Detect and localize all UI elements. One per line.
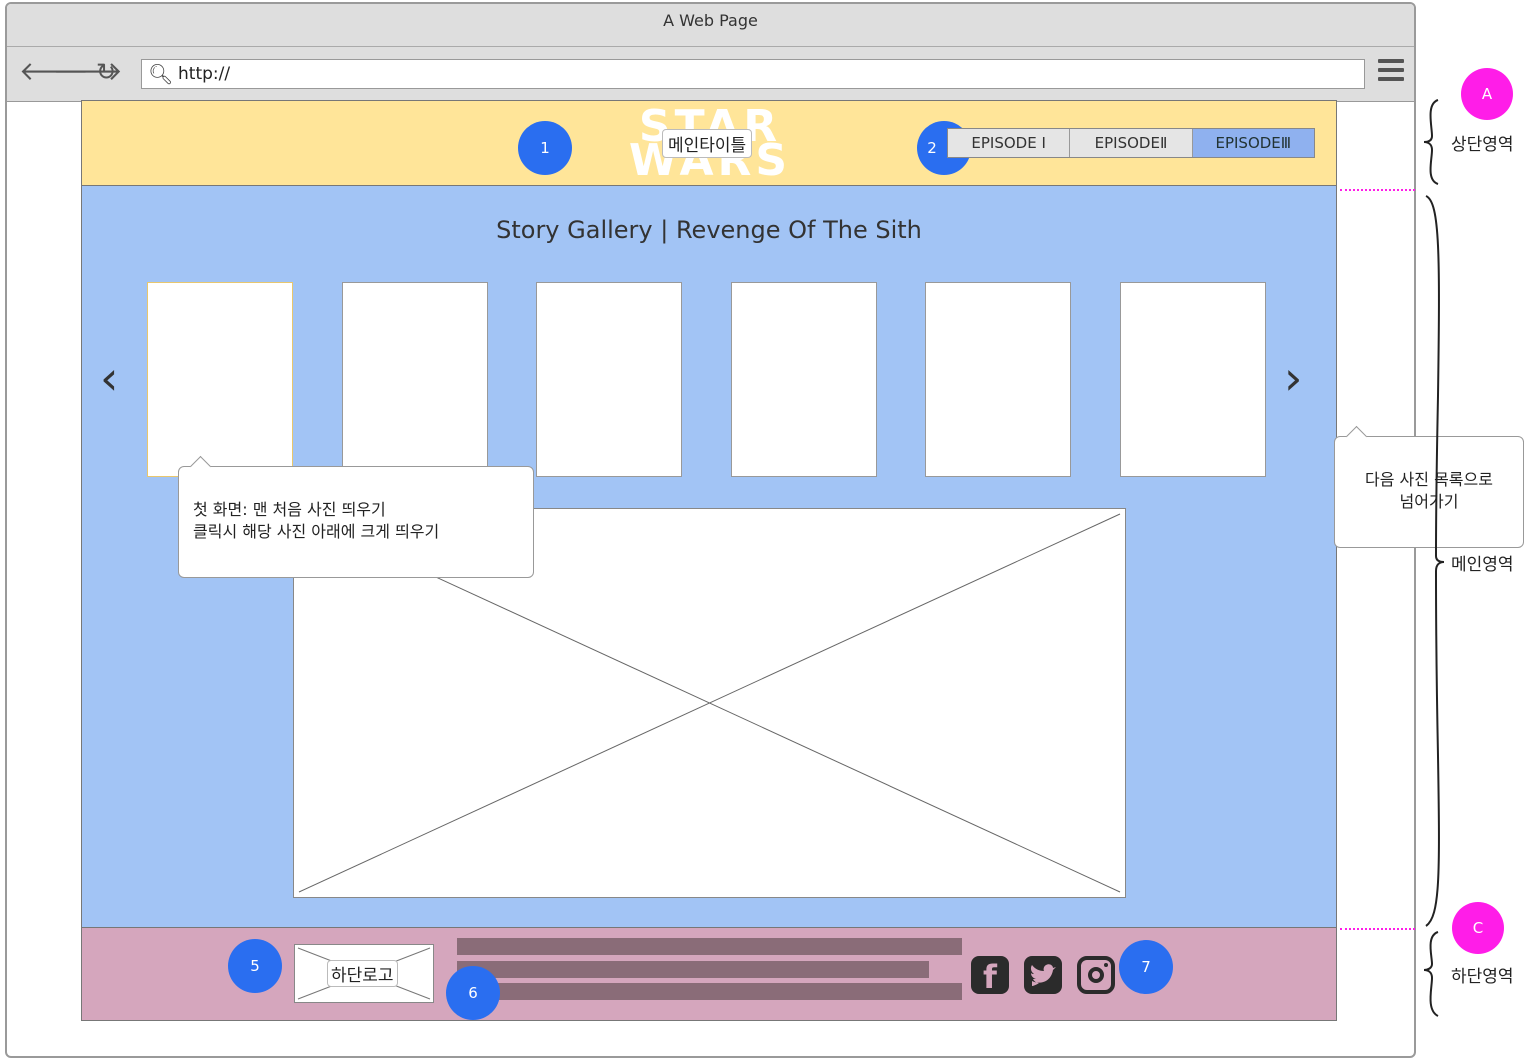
annotation-badge-c: C bbox=[1452, 902, 1504, 954]
reload-icon[interactable]: ↻ bbox=[93, 57, 119, 87]
first-photo-callout: 첫 화면: 맨 처음 사진 띄우기 클릭시 해당 사진 아래에 크게 띄우기 bbox=[178, 455, 534, 578]
hamburger-menu-icon[interactable] bbox=[1378, 59, 1404, 85]
callout-text-line1: 첫 화면: 맨 처음 사진 띄우기 bbox=[193, 500, 386, 519]
thumbnail-1[interactable] bbox=[147, 282, 293, 477]
url-text: http:// bbox=[178, 64, 231, 84]
bottom-region-label: 하단영역 bbox=[1451, 967, 1514, 987]
footer-logo-label: 하단로고 bbox=[327, 960, 398, 987]
next-arrow-icon[interactable]: › bbox=[1284, 355, 1302, 401]
thumbnail-4[interactable] bbox=[731, 282, 877, 477]
thumbnail-3[interactable] bbox=[536, 282, 682, 477]
annotation-badge-6: 6 bbox=[446, 966, 500, 1020]
instagram-icon[interactable] bbox=[1077, 956, 1115, 994]
footer-text-line-3 bbox=[457, 983, 962, 1000]
tab-episode-2[interactable]: EPISODEⅡ bbox=[1070, 129, 1193, 157]
facebook-icon[interactable]: f bbox=[971, 956, 1009, 996]
top-region-label: 상단영역 bbox=[1451, 135, 1514, 155]
twitter-icon[interactable] bbox=[1024, 956, 1062, 994]
region-divider-top bbox=[1340, 189, 1415, 191]
thumbnail-6[interactable] bbox=[1120, 282, 1266, 477]
footer-text-line-1 bbox=[457, 938, 962, 955]
browser-toolbar: 🡐 🡒 ↻ 🔍︎ http:// bbox=[7, 47, 1414, 102]
tab-episode-3[interactable]: EPISODEⅢ bbox=[1192, 129, 1314, 157]
gallery-title: Story Gallery | Revenge Of The Sith bbox=[496, 216, 922, 244]
prev-arrow-icon[interactable]: ‹ bbox=[100, 355, 118, 401]
episode-tabs: EPISODE Ⅰ EPISODEⅡ EPISODEⅢ bbox=[947, 128, 1315, 158]
forward-arrow-icon[interactable]: 🡒 bbox=[53, 57, 123, 87]
annotation-badge-a: A bbox=[1461, 68, 1513, 120]
annotation-badge-1: 1 bbox=[518, 121, 572, 175]
thumbnail-2[interactable] bbox=[342, 282, 488, 477]
main-region-label: 메인영역 bbox=[1451, 555, 1514, 575]
callout-text-line2: 클릭시 해당 사진 아래에 크게 띄우기 bbox=[193, 522, 440, 541]
thumbnail-5[interactable] bbox=[925, 282, 1071, 477]
back-arrow-icon[interactable]: 🡐 bbox=[19, 57, 89, 87]
region-divider-bottom bbox=[1340, 928, 1415, 930]
window-title: A Web Page bbox=[7, 4, 1414, 47]
tab-episode-1[interactable]: EPISODE Ⅰ bbox=[948, 129, 1071, 157]
annotation-badge-5: 5 bbox=[228, 939, 282, 993]
footer-text-line-2 bbox=[457, 961, 929, 978]
annotation-badge-7: 7 bbox=[1119, 940, 1173, 994]
svg-text:f: f bbox=[983, 958, 998, 994]
search-icon: 🔍︎ bbox=[148, 62, 174, 86]
main-title-label: 메인타이틀 bbox=[662, 129, 753, 158]
address-bar[interactable]: 🔍︎ http:// bbox=[141, 59, 1365, 89]
